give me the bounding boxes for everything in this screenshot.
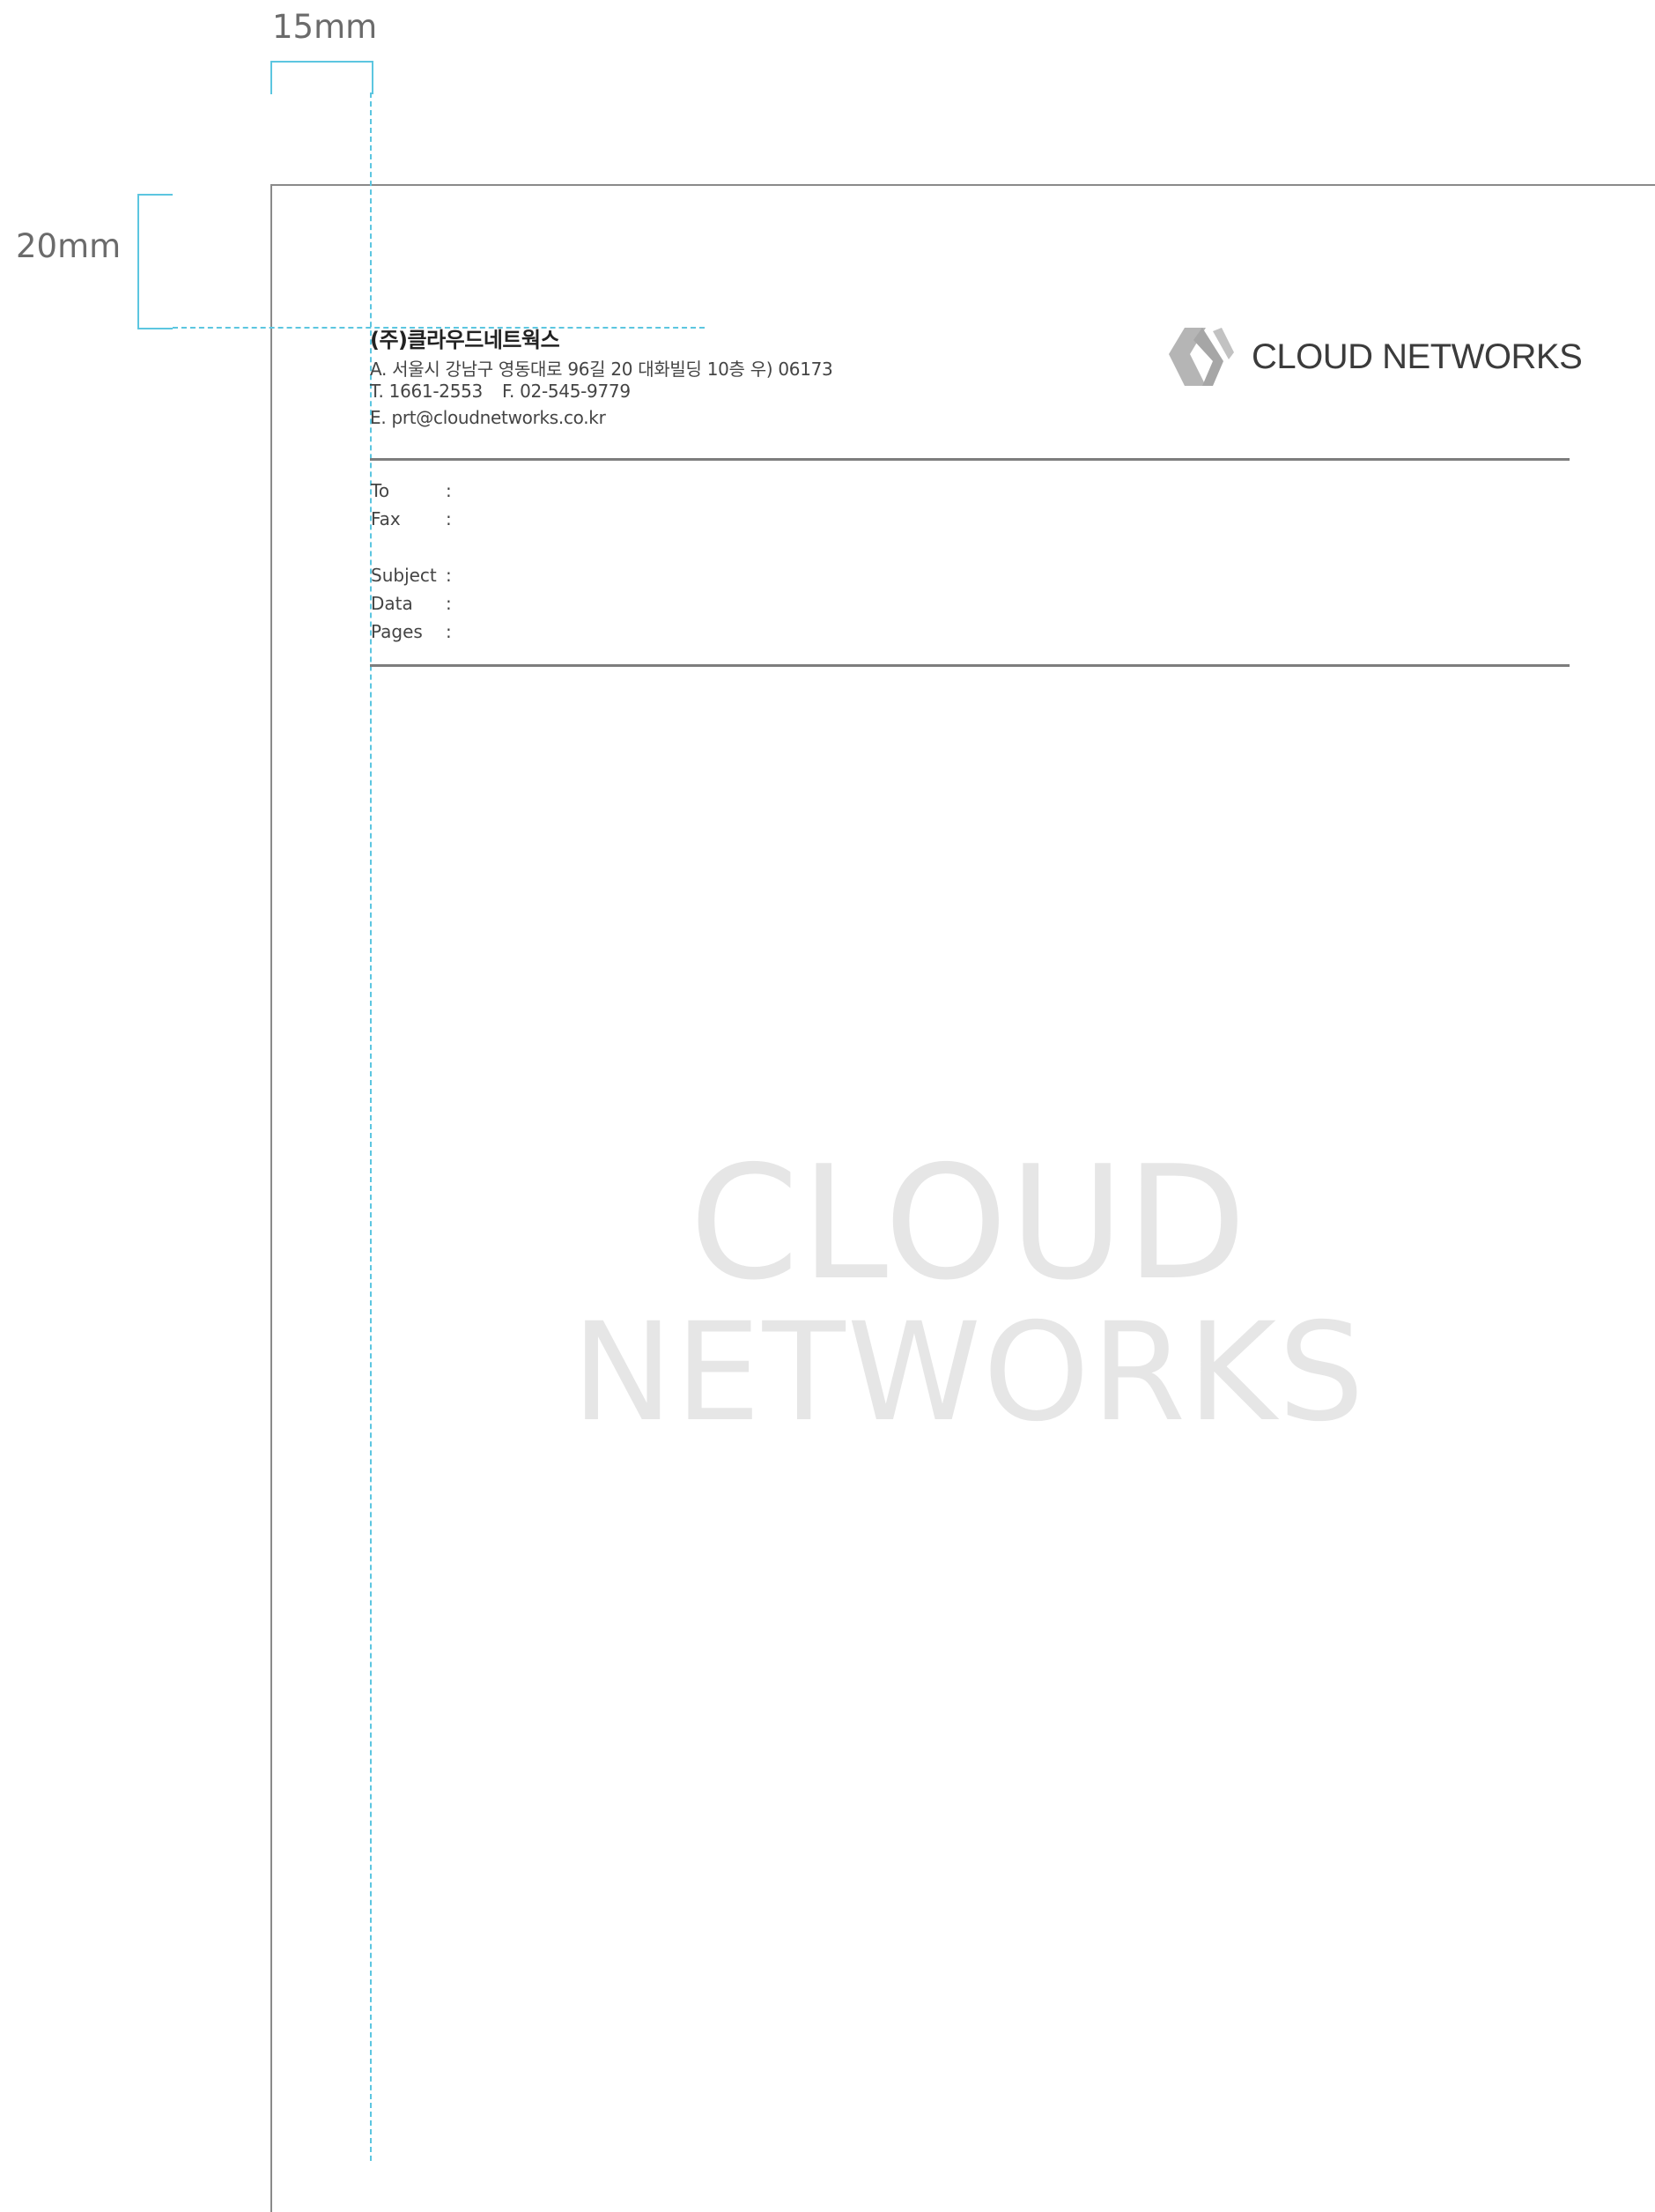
watermark-line-2: NETWORKS (572, 1294, 1366, 1452)
field-label: Data (371, 593, 413, 614)
field-subject: Subject: (371, 565, 452, 586)
field-label: Pages (371, 621, 423, 642)
company-name: (주)클라우드네트웍스 (370, 328, 560, 352)
field-label: Fax (371, 508, 401, 529)
fields-divider (370, 664, 1570, 667)
watermark-line-1: CLOUD (689, 1132, 1249, 1314)
company-logo: CLOUD NETWORKS (1167, 324, 1583, 389)
margin-top-label: 20mm (16, 227, 122, 265)
contact-email: E. prt@cloudnetworks.co.kr (370, 407, 606, 428)
field-separator: : (446, 480, 452, 501)
field-data: Data: (371, 593, 452, 614)
margin-left-bracket (270, 61, 373, 94)
field-pages: Pages: (371, 621, 452, 642)
contact-phone-fax: T. 1661-2553 F. 02-545-9779 (370, 381, 631, 402)
fax-number: F. 02-545-9779 (501, 381, 631, 402)
logo-wordmark: CLOUD NETWORKS (1252, 337, 1583, 376)
field-to: To: (371, 480, 452, 501)
margin-left-label: 15mm (272, 8, 378, 46)
field-separator: : (446, 565, 452, 586)
field-separator: : (446, 621, 452, 642)
header-divider (370, 458, 1570, 461)
field-separator: : (446, 593, 452, 614)
cloud-networks-logo-icon (1169, 328, 1234, 386)
phone-number: T. 1661-2553 (370, 381, 483, 402)
margin-top-bracket (137, 194, 173, 329)
field-separator: : (446, 508, 452, 529)
company-address: A. 서울시 강남구 영동대로 96길 20 대화빌딩 10층 우) 06173 (370, 359, 833, 380)
field-label: To (371, 480, 390, 501)
field-fax: Fax: (371, 508, 452, 529)
field-label: Subject (371, 565, 437, 586)
left-margin-guide (370, 92, 372, 2161)
